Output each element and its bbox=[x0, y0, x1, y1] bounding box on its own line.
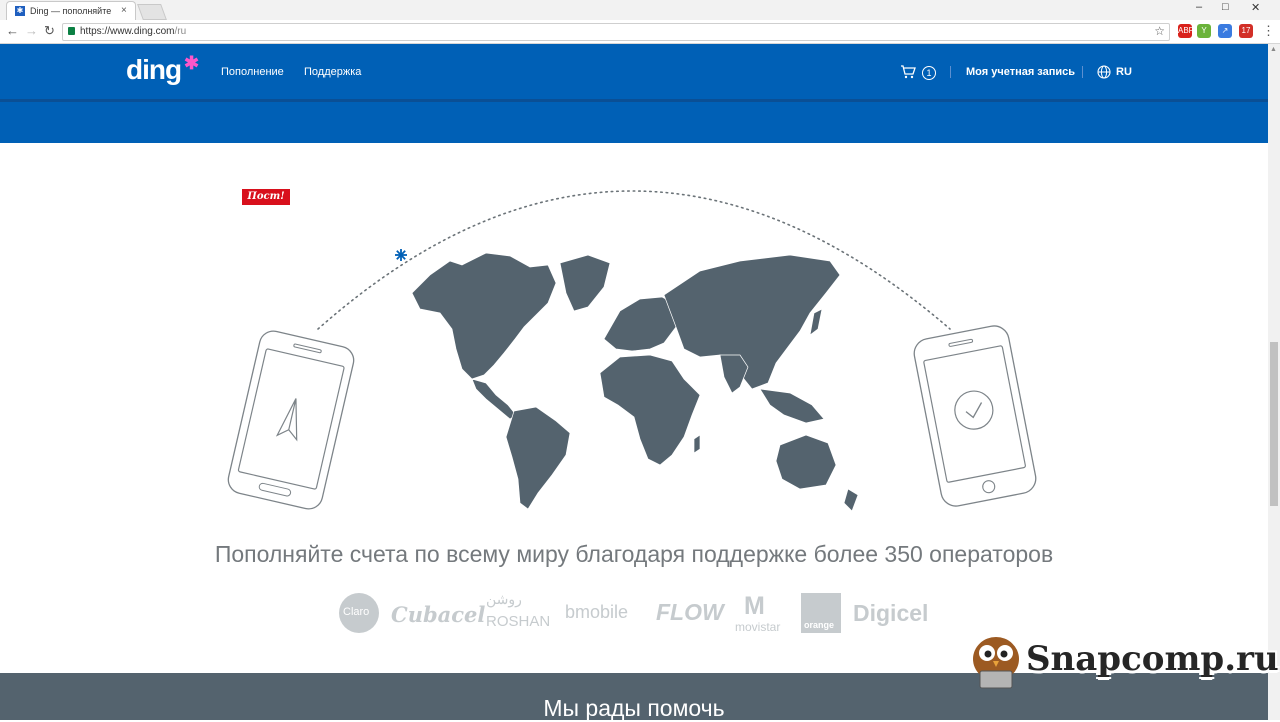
operator-logo-bmobile: bmobile bbox=[565, 602, 629, 622]
ding-logo[interactable]: ding bbox=[126, 54, 182, 86]
reload-icon[interactable]: ↻ bbox=[44, 23, 55, 39]
movistar-m-icon: M bbox=[744, 592, 765, 620]
scrollbar-thumb[interactable] bbox=[1270, 342, 1278, 506]
logo-star-icon: ✱ bbox=[184, 53, 200, 73]
operator-logo-claro: Claro bbox=[339, 593, 379, 633]
owl-mascot-icon bbox=[973, 637, 1019, 689]
japan bbox=[809, 308, 823, 336]
page-scrollbar[interactable]: ▲ bbox=[1268, 44, 1280, 720]
analytics-extension-icon[interactable]: ↗ bbox=[1218, 24, 1232, 38]
sender-phone bbox=[227, 330, 355, 510]
maximize-window-button[interactable]: □ bbox=[1222, 1, 1229, 13]
scroll-up-arrow-icon[interactable]: ▲ bbox=[1270, 46, 1277, 53]
header-divider bbox=[1082, 66, 1083, 78]
address-bar[interactable]: https://www.ding.com/ru ☆ bbox=[62, 23, 1170, 41]
hero-tagline: Пополняйте счета по всему миру благодаря… bbox=[214, 541, 1054, 567]
back-arrow-icon[interactable]: ← bbox=[6, 23, 19, 38]
browser-toolbar: ← → ↻ https://www.ding.com/ru ☆ ABP Y ↗ 17 … bbox=[0, 20, 1280, 44]
nav-topup-link[interactable]: Пополнение bbox=[221, 66, 284, 78]
africa bbox=[599, 354, 701, 466]
language-selector[interactable]: RU bbox=[1116, 66, 1132, 78]
promo-badge: Пост! bbox=[242, 189, 290, 205]
central-america bbox=[471, 378, 517, 420]
southeast-asia bbox=[759, 388, 825, 424]
minimize-window-button[interactable]: – bbox=[1196, 1, 1202, 13]
tab-close-icon[interactable]: × bbox=[121, 5, 127, 16]
operator-logo-roshan: ROSHAN bbox=[486, 613, 551, 630]
watermark-text: Snapcomp.ru bbox=[1026, 639, 1279, 679]
tab-title: Ding — пополняйте сче bbox=[30, 6, 114, 16]
header-separator bbox=[0, 99, 1268, 102]
operator-name: orange bbox=[804, 620, 835, 630]
url-host: https://www.ding.com bbox=[80, 26, 175, 37]
operator-logo-roshan-arabic: روشن bbox=[486, 591, 522, 607]
cart-icon[interactable] bbox=[900, 65, 916, 79]
operator-logo-cubacel: Cubacel bbox=[391, 602, 486, 627]
close-window-button[interactable]: ✕ bbox=[1251, 1, 1260, 14]
adblock-plus-icon[interactable]: ABP bbox=[1178, 24, 1194, 38]
tabs-extension-icon[interactable]: 17 bbox=[1239, 24, 1253, 38]
greenland bbox=[559, 254, 611, 312]
browser-tab[interactable]: ✱ Ding — пополняйте сче × bbox=[6, 1, 136, 21]
header-divider bbox=[950, 66, 951, 78]
operator-name: Claro bbox=[343, 606, 370, 618]
globe-icon[interactable] bbox=[1097, 65, 1111, 79]
hero-illustration bbox=[227, 190, 1037, 512]
yoroi-extension-icon[interactable]: Y bbox=[1197, 24, 1211, 38]
nav-support-link[interactable]: Поддержка bbox=[304, 66, 361, 78]
arc-star-icon bbox=[395, 249, 407, 261]
lock-icon bbox=[68, 27, 75, 35]
north-america bbox=[411, 252, 557, 380]
operator-logo-orange: orange bbox=[801, 593, 841, 633]
operator-logo-flow: FLOW bbox=[656, 599, 724, 625]
url-path: /ru bbox=[174, 26, 187, 37]
australia bbox=[775, 434, 837, 490]
ding-favicon-icon: ✱ bbox=[15, 6, 25, 16]
india bbox=[719, 354, 749, 394]
account-link[interactable]: Моя учетная запись bbox=[966, 66, 1075, 78]
world-map bbox=[411, 252, 859, 512]
new-zealand bbox=[843, 488, 859, 512]
browser-titlebar: ✱ Ding — пополняйте сче × – □ ✕ bbox=[0, 0, 1280, 21]
bookmark-star-icon[interactable]: ☆ bbox=[1154, 24, 1165, 38]
operator-logo-movistar: movistar bbox=[735, 620, 781, 634]
receiver-phone bbox=[913, 325, 1037, 507]
south-america bbox=[505, 406, 571, 510]
browser-menu-icon[interactable]: ⋮ bbox=[1262, 23, 1275, 39]
madagascar bbox=[693, 434, 701, 454]
url-text: https://www.ding.com/ru bbox=[80, 26, 186, 37]
new-tab-button[interactable] bbox=[137, 4, 167, 20]
site-header: ding ✱ Пополнение Поддержка 1 Моя учетна… bbox=[0, 44, 1268, 143]
cart-count-badge[interactable]: 1 bbox=[922, 66, 936, 80]
forward-arrow-icon[interactable]: → bbox=[25, 23, 38, 38]
help-section-title: Мы рады помочь bbox=[543, 695, 725, 721]
snapcomp-watermark: Snapcomp.ru bbox=[968, 633, 1279, 693]
operator-logo-digicel: Digicel bbox=[853, 600, 929, 626]
